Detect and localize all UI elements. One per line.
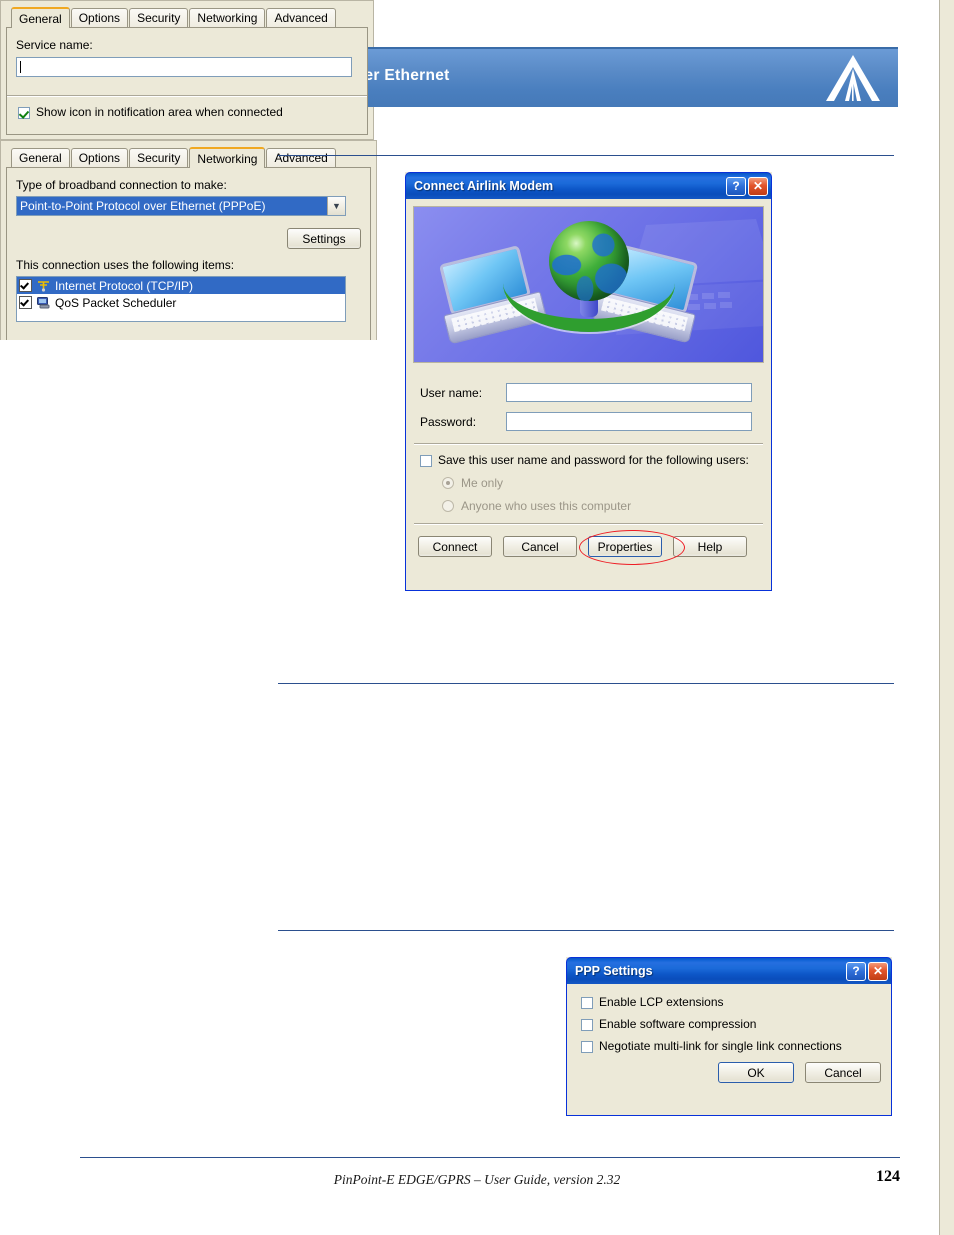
divider: [414, 443, 763, 445]
list-item[interactable]: Internet Protocol (TCP/IP): [17, 277, 345, 294]
tab-security[interactable]: Security: [129, 148, 189, 167]
anyone-radio[interactable]: [442, 500, 454, 512]
help-icon[interactable]: ?: [726, 176, 746, 196]
dialog-body: Enable LCP extensions Enable software co…: [566, 984, 892, 1116]
airlink-triangle-logo-icon: [826, 55, 880, 101]
negotiate-multilink-row[interactable]: Negotiate multi-link for single link con…: [581, 1040, 881, 1053]
connect-banner-illustration: [413, 206, 764, 363]
me-only-radio[interactable]: [442, 477, 454, 489]
tab-advanced[interactable]: Advanced: [266, 8, 336, 27]
help-button[interactable]: Help: [673, 536, 747, 557]
tab-security[interactable]: Security: [129, 8, 189, 27]
me-only-radio-row[interactable]: Me only: [442, 476, 765, 490]
ppp-cancel-button[interactable]: Cancel: [805, 1062, 881, 1083]
tab-options[interactable]: Options: [70, 148, 129, 167]
network-protocol-icon: [38, 281, 49, 292]
ppp-button-bar: OK Cancel: [577, 1062, 881, 1083]
page-number: 124: [876, 1168, 900, 1185]
save-credentials-checkbox[interactable]: [420, 455, 432, 467]
username-label: User name:: [420, 385, 483, 400]
section-rule-top: [278, 155, 894, 157]
me-only-label: Me only: [461, 476, 504, 490]
password-label: Password:: [420, 414, 477, 429]
broadband-properties-networking-panel: General Options Security Networking Adva…: [0, 0, 954, 1235]
enable-lcp-extensions-row[interactable]: Enable LCP extensions: [581, 996, 881, 1009]
list-item[interactable]: QoS Packet Scheduler: [17, 294, 345, 311]
networking-tab-body: Type of broadband connection to make: Po…: [6, 167, 371, 340]
connect-airlink-modem-dialog: Connect Airlink Modem ? ✕ User name: Pas…: [405, 172, 772, 591]
enable-lcp-extensions-label: Enable LCP extensions: [599, 995, 724, 1009]
section-rule-bottom: [278, 930, 894, 932]
section-rule-middle: [278, 683, 894, 685]
general-tabstrip: General Options Security Networking Adva…: [6, 6, 368, 28]
item-checkbox[interactable]: [19, 279, 32, 292]
tab-general[interactable]: General: [11, 148, 70, 167]
service-name-input[interactable]: [16, 57, 352, 77]
anyone-radio-row[interactable]: Anyone who uses this computer: [442, 499, 765, 513]
enable-software-compression-label: Enable software compression: [599, 1017, 757, 1031]
list-item-label: Internet Protocol (TCP/IP): [55, 278, 194, 293]
show-icon-label: Show icon in notification area when conn…: [36, 105, 283, 119]
close-icon[interactable]: ✕: [748, 176, 768, 196]
save-credentials-checkbox-row[interactable]: Save this user name and password for the…: [420, 454, 765, 467]
divider-bottom: [414, 523, 763, 525]
item-checkbox[interactable]: [19, 296, 32, 309]
close-icon[interactable]: ✕: [868, 961, 888, 981]
ppp-settings-dialog: PPP Settings ? ✕ Enable LCP extensions E…: [566, 957, 892, 1116]
username-row: User name:: [420, 383, 765, 402]
service-name-label: Service name:: [16, 38, 93, 52]
password-input[interactable]: [506, 412, 752, 431]
save-credentials-label: Save this user name and password for the…: [438, 453, 749, 467]
tab-networking[interactable]: Networking: [189, 147, 266, 168]
text-caret: [20, 61, 21, 73]
negotiate-multilink-checkbox[interactable]: [581, 1041, 593, 1053]
list-item-label: QoS Packet Scheduler: [55, 295, 177, 310]
username-input[interactable]: [506, 383, 752, 402]
negotiate-multilink-label: Negotiate multi-link for single link con…: [599, 1039, 842, 1053]
properties-button[interactable]: Properties: [588, 536, 662, 557]
chevron-down-icon[interactable]: ▼: [327, 197, 345, 215]
anyone-label: Anyone who uses this computer: [461, 499, 632, 513]
broadband-properties-general-panel: General Options Security Networking Adva…: [0, 0, 374, 140]
connect-button[interactable]: Connect: [418, 536, 492, 557]
tab-advanced[interactable]: Advanced: [266, 148, 336, 167]
tab-general[interactable]: General: [11, 7, 70, 28]
connection-type-combobox[interactable]: Point-to-Point Protocol over Ethernet (P…: [16, 196, 346, 216]
dialog-title: Connect Airlink Modem: [414, 179, 554, 193]
enable-software-compression-checkbox[interactable]: [581, 1019, 593, 1031]
password-row: Password:: [420, 412, 765, 431]
tab-networking[interactable]: Networking: [189, 8, 266, 27]
items-label: This connection uses the following items…: [16, 258, 235, 272]
show-icon-checkbox[interactable]: [18, 107, 30, 119]
footer-document-title: PinPoint-E EDGE/GPRS – User Guide, versi…: [333, 1172, 621, 1187]
network-items-listbox[interactable]: Internet Protocol (TCP/IP) QoS Packet Sc…: [16, 276, 346, 322]
show-icon-checkbox-row[interactable]: Show icon in notification area when conn…: [18, 106, 358, 119]
connect-dialog-button-bar: Connect Cancel Properties Help: [418, 530, 765, 565]
networking-tabstrip: General Options Security Networking Adva…: [6, 146, 371, 168]
footer-rule: [80, 1157, 900, 1159]
divider: [7, 95, 367, 97]
settings-button[interactable]: Settings: [287, 228, 361, 249]
computer-icon: [37, 297, 50, 309]
enable-software-compression-row[interactable]: Enable software compression: [581, 1018, 881, 1031]
enable-lcp-extensions-checkbox[interactable]: [581, 997, 593, 1009]
dialog-titlebar[interactable]: PPP Settings ? ✕: [566, 957, 892, 984]
help-icon[interactable]: ?: [846, 961, 866, 981]
cancel-button[interactable]: Cancel: [503, 536, 577, 557]
dialog-titlebar[interactable]: Connect Airlink Modem ? ✕: [405, 172, 772, 199]
connection-type-value: Point-to-Point Protocol over Ethernet (P…: [17, 197, 327, 215]
tab-options[interactable]: Options: [70, 8, 129, 27]
dialog-body: User name: Password: Save this user name…: [405, 199, 772, 591]
connection-type-label: Type of broadband connection to make:: [16, 178, 227, 192]
ok-button[interactable]: OK: [718, 1062, 794, 1083]
general-tab-body: Service name: Show icon in notification …: [6, 27, 368, 135]
dialog-title: PPP Settings: [575, 964, 653, 978]
